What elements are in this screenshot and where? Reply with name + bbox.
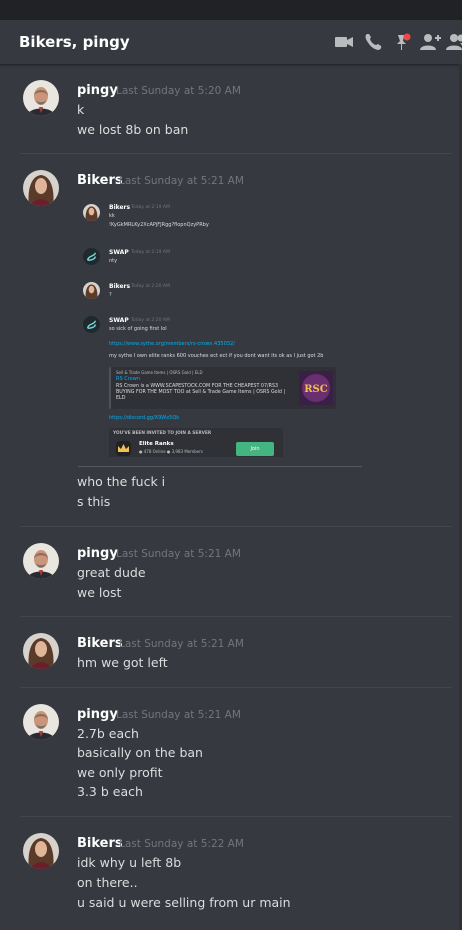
message-divider	[20, 816, 452, 817]
embed-timestamp: Today at 2:19 AM	[131, 205, 170, 210]
avatar-bikers[interactable]	[23, 170, 59, 206]
message-timestamp: Last Sunday at 5:21 AM	[116, 548, 241, 560]
rich-card-description: RS Crown is a WWW.SCAPESTOCK.COM FOR THE…	[116, 384, 286, 401]
message-author[interactable]: pingy	[77, 83, 118, 98]
embed-author: SWAP	[109, 317, 129, 324]
add-member-icon[interactable]	[419, 31, 441, 53]
message-line: hm we got left	[77, 655, 168, 670]
message-divider	[20, 616, 452, 617]
message-line: great dude	[77, 565, 146, 580]
message-divider	[20, 687, 452, 688]
embed-line: my sythe I own elite ranks 600 vouches e…	[109, 353, 324, 359]
message-line: s this	[77, 494, 111, 509]
message-timestamp: Last Sunday at 5:21 AM	[119, 638, 244, 650]
message-line: k	[77, 102, 85, 117]
channel-title: Bikers, pingy	[19, 33, 130, 51]
message-timestamp: Last Sunday at 5:21 AM	[119, 175, 244, 187]
window-top-strip	[0, 0, 462, 20]
message-line: on there..	[77, 875, 138, 890]
message-line: basically on the ban	[77, 745, 203, 760]
embedded-image[interactable]: Bikers Today at 2:19 AM kk !KyGkMRLKy2Xc…	[78, 195, 362, 457]
message-author[interactable]: Bikers	[77, 173, 123, 188]
embed-avatar-bikers	[83, 204, 100, 221]
invite-stats: ● 478 Online ● 3,983 Members	[139, 449, 203, 454]
embed-timestamp: Today at 2:20 AM	[131, 318, 170, 323]
message-line: who the fuck i	[77, 474, 166, 489]
embed-line: ?	[109, 292, 112, 298]
message-author[interactable]: Bikers	[77, 636, 123, 651]
message-line: idk why u left 8b	[77, 855, 182, 870]
avatar-pingy[interactable]	[23, 80, 59, 116]
embed-line: !KyGkMRLKy2XcAPjFJRgg?flopnQzyPRby	[109, 222, 209, 228]
embed-rich-card: Sell & Trade Game Items | OSRS Gold | EL…	[109, 367, 336, 409]
rich-card-title: RS Crown	[116, 376, 140, 382]
embed-avatar-swap	[83, 316, 100, 333]
embed-author: Bikers	[109, 204, 131, 211]
invite-heading: YOU'VE BEEN INVITED TO JOIN A SERVER	[113, 431, 212, 436]
embed-bottom-border	[78, 466, 362, 467]
message-divider	[20, 526, 452, 527]
message-divider	[20, 153, 452, 154]
message-line: we lost 8b on ban	[77, 122, 189, 137]
crown-icon	[116, 441, 131, 456]
embed-invite-card: YOU'VE BEEN INVITED TO JOIN A SERVER Eli…	[109, 428, 283, 457]
channel-header: Bikers, pingy	[0, 20, 462, 65]
phone-icon[interactable]	[362, 31, 384, 53]
embed-line: nty	[109, 258, 118, 264]
rich-card-thumbnail: RSC	[299, 371, 333, 405]
embed-author: SWAP	[109, 249, 129, 256]
invite-server-name: Elite Ranks	[139, 441, 174, 447]
message-line: u said u were selling from ur main	[77, 895, 291, 910]
embed-link: https://www.sythe.org/members/rs-crown.4…	[109, 341, 235, 347]
invite-join-button: Join	[236, 442, 274, 456]
avatar-bikers[interactable]	[23, 633, 59, 669]
message-timestamp: Last Sunday at 5:20 AM	[116, 85, 241, 97]
embed-avatar-bikers	[83, 282, 100, 299]
rich-card-provider: Sell & Trade Game Items | OSRS Gold | EL…	[116, 370, 203, 375]
avatar-pingy[interactable]	[23, 543, 59, 579]
message-author[interactable]: pingy	[77, 546, 118, 561]
message-line: 3.3 b each	[77, 784, 143, 799]
embed-line: so sick of going first lol	[109, 326, 167, 332]
embed-timestamp: Today at 2:20 AM	[131, 284, 170, 289]
embed-link: https://discord.gg/X9Wx5Qk	[109, 415, 180, 421]
video-camera-icon[interactable]	[333, 31, 355, 53]
message-line: we only profit	[77, 765, 163, 780]
message-author[interactable]: Bikers	[77, 836, 123, 851]
message-timestamp: Last Sunday at 5:21 AM	[116, 709, 241, 721]
message-author[interactable]: pingy	[77, 707, 118, 722]
embed-timestamp: Today at 2:19 AM	[131, 250, 170, 255]
avatar-pingy[interactable]	[23, 704, 59, 740]
message-line: we lost	[77, 585, 122, 600]
embed-author: Bikers	[109, 283, 131, 290]
members-icon[interactable]	[446, 31, 462, 53]
message-line: 2.7b each	[77, 726, 139, 741]
pin-icon[interactable]	[391, 31, 413, 53]
embed-avatar-swap	[83, 248, 100, 265]
embed-line: kk	[109, 213, 115, 219]
message-timestamp: Last Sunday at 5:22 AM	[119, 838, 244, 850]
avatar-bikers[interactable]	[23, 833, 59, 869]
rich-card-thumb-text: RSC	[304, 384, 328, 395]
